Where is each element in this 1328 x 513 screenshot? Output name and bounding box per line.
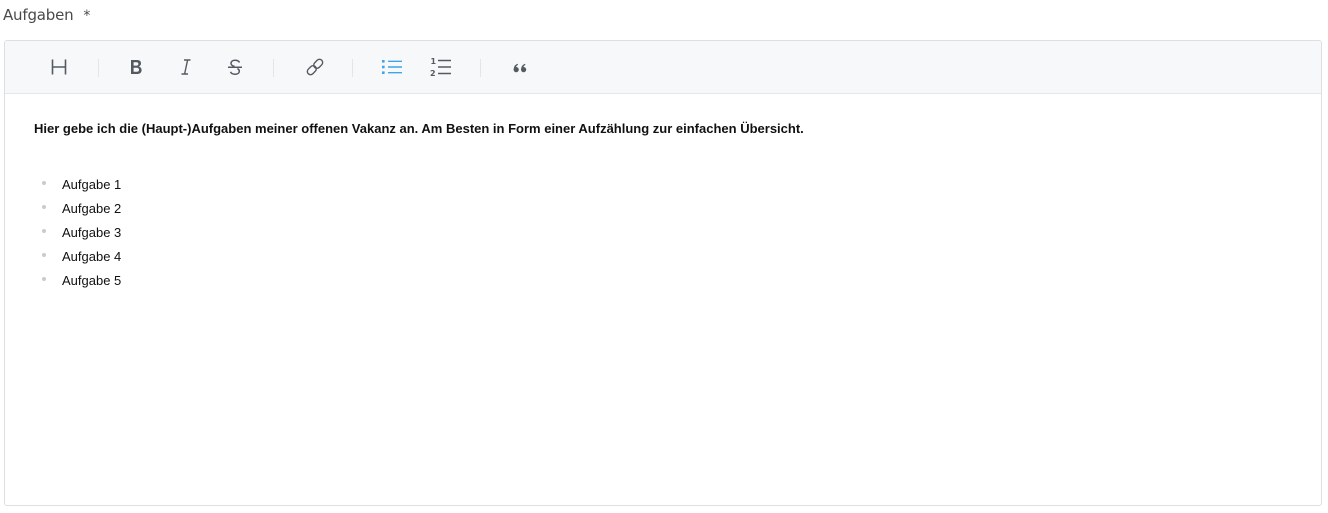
- bullet-list-button[interactable]: [379, 54, 405, 80]
- field-label-text: Aufgaben: [3, 6, 74, 24]
- strikethrough-button[interactable]: [222, 54, 248, 80]
- link-button[interactable]: [302, 54, 328, 80]
- editor-toolbar: 1 2: [5, 41, 1321, 94]
- bullet-list-icon: [382, 60, 402, 74]
- list-item-text: Aufgabe 4: [62, 249, 122, 264]
- list-item-text: Aufgabe 2: [62, 201, 122, 216]
- list-item: Aufgabe 1: [42, 175, 121, 199]
- heading-button[interactable]: [46, 54, 72, 80]
- link-icon: [306, 58, 324, 76]
- list-item-text: Aufgabe 5: [62, 273, 122, 288]
- quote-icon: [513, 63, 527, 73]
- quote-button[interactable]: [507, 54, 533, 80]
- rich-text-editor[interactable]: 1 2 Hier gebe ich die (Haupt-)Aufgaben m…: [4, 40, 1322, 506]
- list-item: Aufgabe 3: [42, 223, 121, 247]
- bullet-point: [42, 277, 46, 281]
- list-item: Aufgabe 2: [42, 199, 121, 223]
- toolbar-divider: [352, 59, 353, 77]
- strikethrough-icon: [228, 59, 242, 75]
- editor-content[interactable]: Hier gebe ich die (Haupt-)Aufgaben meine…: [5, 94, 1321, 505]
- list-item: Aufgabe 4: [42, 247, 121, 271]
- numbered-list-icon: 1 2: [430, 57, 451, 78]
- list-item: Aufgabe 5: [42, 271, 121, 295]
- bullet-point: [42, 253, 46, 257]
- bold-icon: [131, 60, 142, 74]
- italic-button[interactable]: [173, 54, 199, 80]
- field-label: Aufgaben *: [3, 6, 90, 26]
- list-item-text: Aufgabe 1: [62, 177, 122, 192]
- list-item-text: Aufgabe 3: [62, 225, 122, 240]
- toolbar-divider: [98, 59, 99, 77]
- heading-icon: [51, 59, 67, 75]
- svg-text:1: 1: [431, 57, 437, 66]
- bullet-point: [42, 181, 46, 185]
- bold-button[interactable]: [123, 54, 149, 80]
- toolbar-divider: [480, 59, 481, 77]
- bullet-point: [42, 229, 46, 233]
- italic-icon: [181, 59, 191, 75]
- required-marker: *: [83, 8, 91, 24]
- svg-text:2: 2: [430, 69, 436, 78]
- bullet-point: [42, 205, 46, 209]
- numbered-list-button[interactable]: 1 2: [428, 54, 454, 80]
- toolbar-divider: [273, 59, 274, 77]
- intro-paragraph: Hier gebe ich die (Haupt-)Aufgaben meine…: [34, 121, 804, 136]
- task-bullet-list: Aufgabe 1 Aufgabe 2 Aufgabe 3 Aufgabe 4 …: [42, 175, 121, 295]
